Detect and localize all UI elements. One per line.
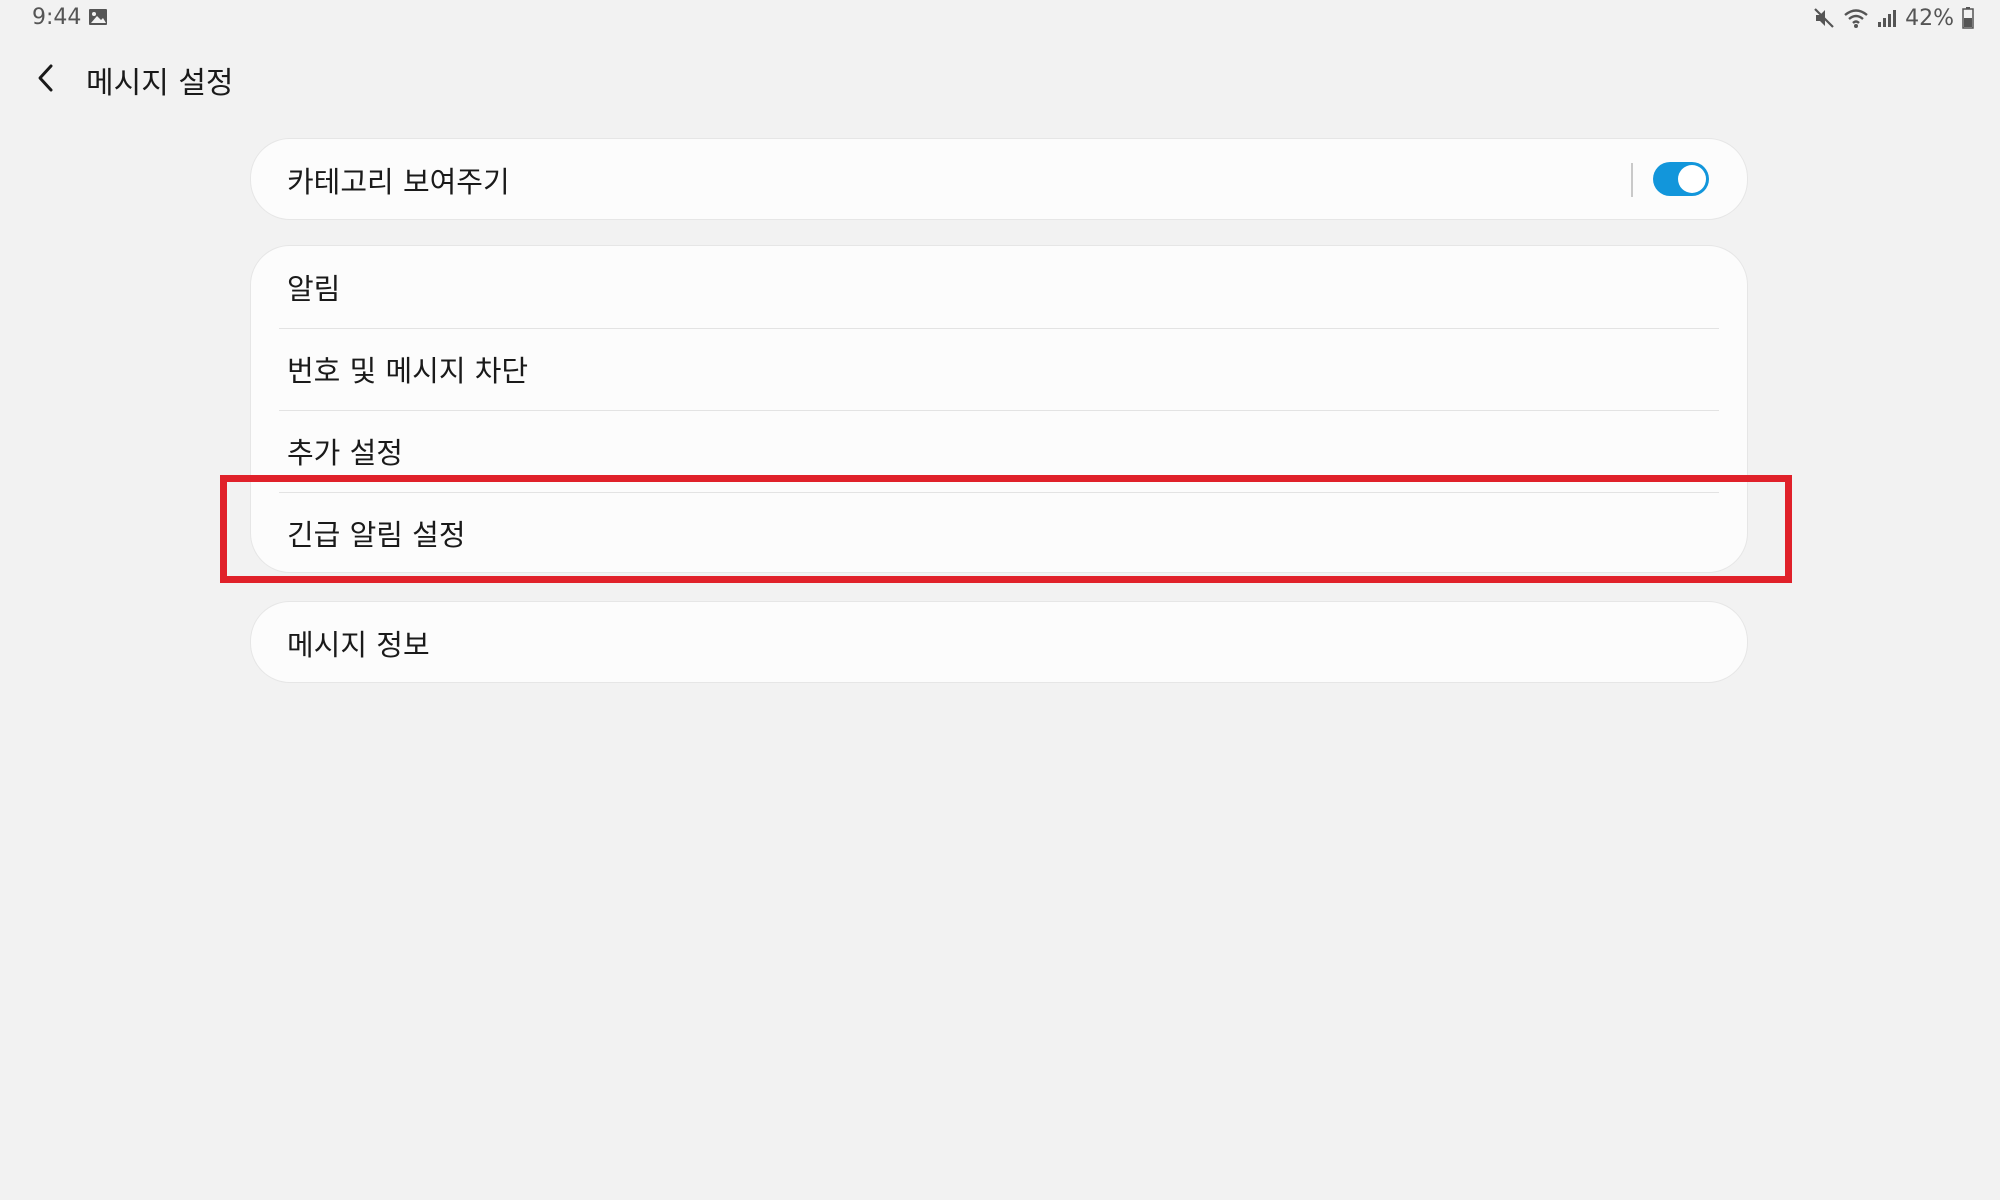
gallery-icon: [89, 9, 107, 25]
page-title: 메시지 설정: [86, 66, 234, 101]
show-categories-row[interactable]: 카테고리 보여주기: [251, 139, 1747, 221]
battery-percent: 42%: [1905, 5, 1954, 31]
back-button[interactable]: [22, 54, 70, 102]
status-icons: 42%: [1813, 4, 1974, 32]
about-messages-label: 메시지 정보: [287, 628, 430, 662]
signal-icon: [1878, 10, 1897, 27]
battery-icon: [1962, 7, 1974, 29]
divider: [279, 328, 1719, 329]
block-numbers-item[interactable]: 번호 및 메시지 차단: [251, 328, 1747, 410]
emergency-alerts-label: 긴급 알림 설정: [287, 518, 466, 552]
info-card: 메시지 정보: [250, 601, 1748, 683]
show-categories-toggle[interactable]: [1653, 162, 1709, 196]
settings-card: 알림 번호 및 메시지 차단 추가 설정 긴급 알림 설정: [250, 245, 1748, 573]
mute-icon: [1814, 8, 1834, 28]
toggle-knob: [1678, 165, 1706, 193]
notifications-label: 알림: [287, 272, 341, 306]
categories-card: 카테고리 보여주기: [250, 138, 1748, 220]
divider: [279, 410, 1719, 411]
about-messages-item[interactable]: 메시지 정보: [251, 602, 1747, 684]
block-numbers-label: 번호 및 메시지 차단: [287, 354, 529, 388]
status-bar: 9:44 42%: [0, 0, 2000, 36]
app-bar: 메시지 설정: [0, 50, 2000, 106]
more-settings-label: 추가 설정: [287, 436, 403, 470]
chevron-left-icon: [38, 64, 53, 92]
notifications-item[interactable]: 알림: [251, 246, 1747, 328]
more-settings-item[interactable]: 추가 설정: [251, 410, 1747, 492]
toggle-divider: [1631, 163, 1633, 197]
divider: [279, 492, 1719, 493]
emergency-alerts-item[interactable]: 긴급 알림 설정: [251, 492, 1747, 574]
status-time: 9:44: [32, 5, 82, 30]
show-categories-label: 카테고리 보여주기: [287, 165, 510, 199]
wifi-icon: [1844, 9, 1868, 28]
